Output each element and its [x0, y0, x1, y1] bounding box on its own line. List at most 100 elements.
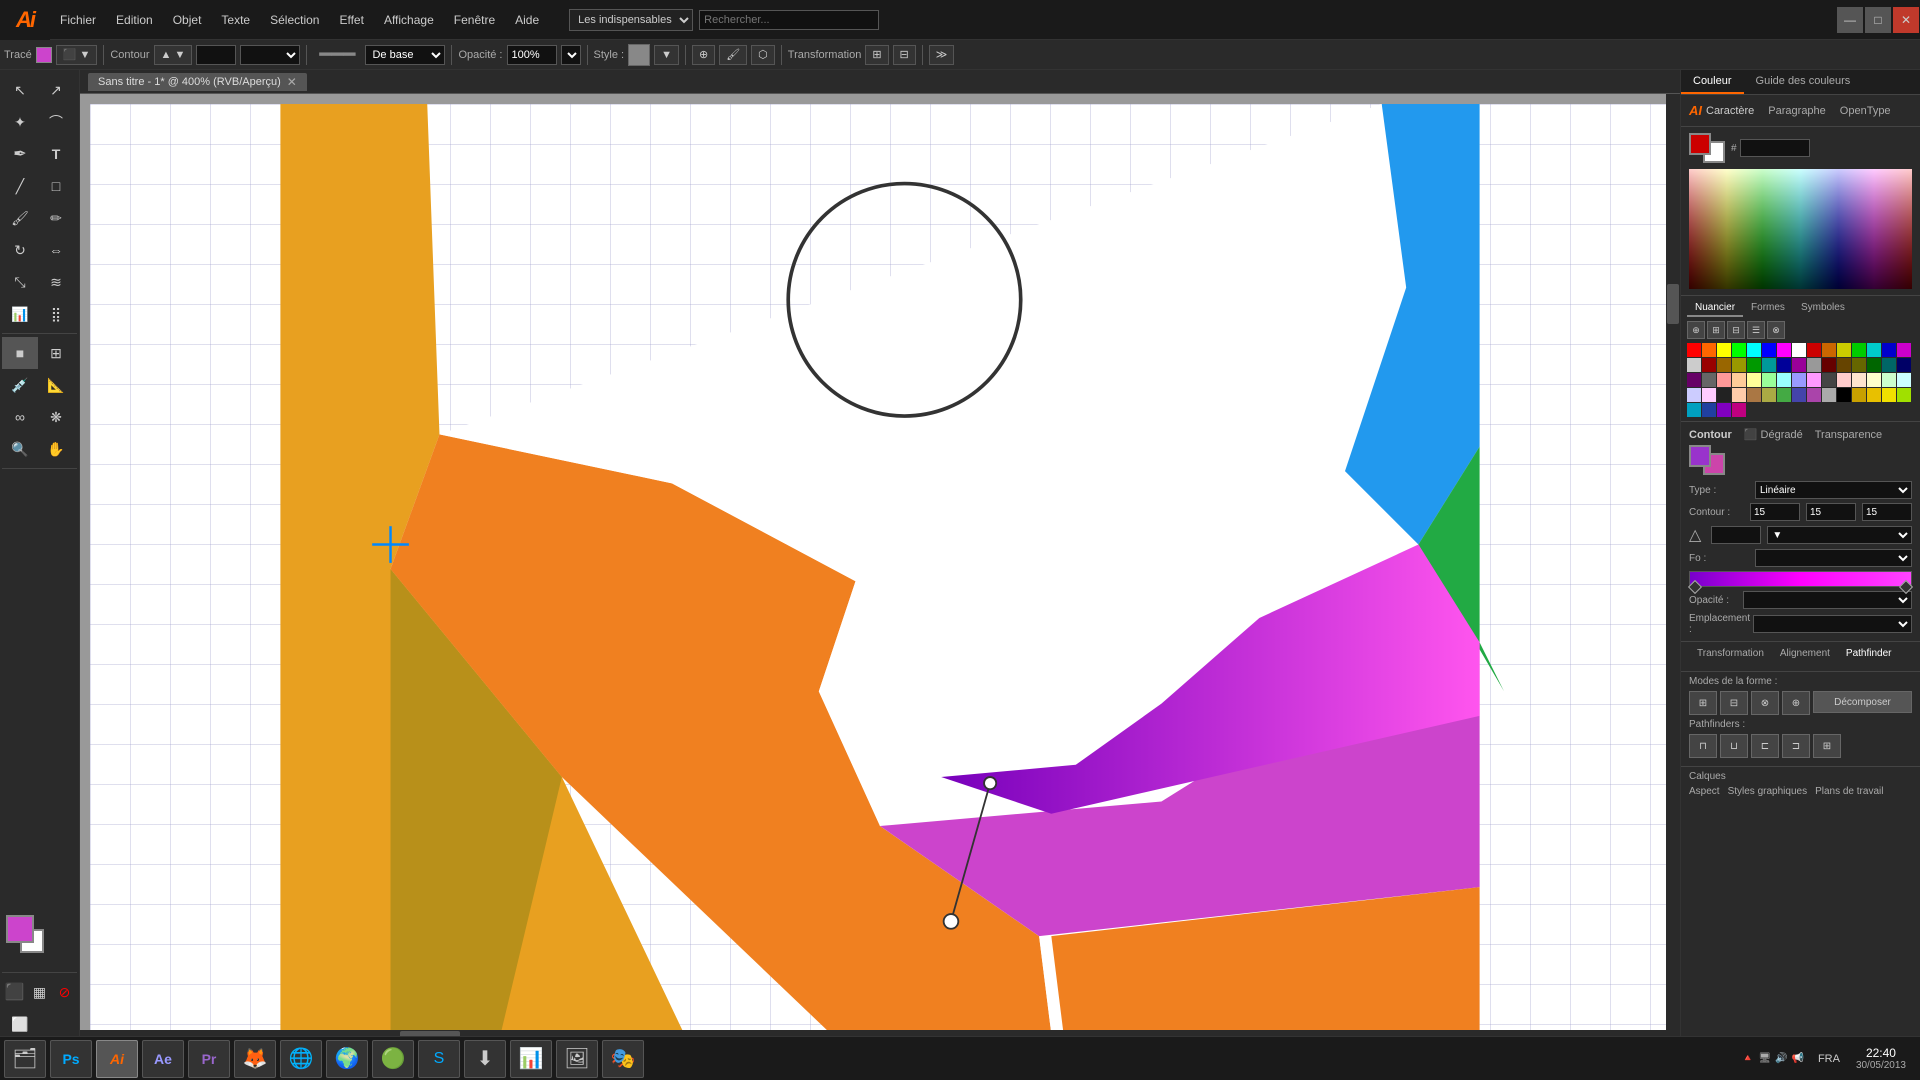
tab-guide-couleurs[interactable]: Guide des couleurs — [1744, 70, 1863, 94]
style-btn[interactable]: ▼ — [654, 45, 679, 65]
pf-pf-3[interactable]: ⊏ — [1751, 734, 1779, 758]
scale-tool[interactable]: ⤡ — [2, 266, 38, 298]
pf-pf-5[interactable]: ⊞ — [1813, 734, 1841, 758]
transform-btn1[interactable]: ⊞ — [865, 45, 888, 65]
swatch-cell-61[interactable] — [1702, 403, 1716, 417]
taskbar-firefox[interactable]: 🦊 — [234, 1040, 276, 1078]
menu-affichage[interactable]: Affichage — [374, 0, 444, 39]
swatch-cell-34[interactable] — [1747, 373, 1761, 387]
swatch-cell-14[interactable] — [1897, 343, 1911, 357]
swatch-cell-56[interactable] — [1852, 388, 1866, 402]
nuancier-btn-1[interactable]: ⊕ — [1687, 321, 1705, 339]
artboard[interactable] — [80, 94, 1680, 1044]
swatch-cell-45[interactable] — [1687, 388, 1701, 402]
none-mode-btn[interactable]: ⊘ — [52, 976, 77, 1008]
fo-select[interactable] — [1755, 549, 1912, 567]
brush-btn[interactable]: 🖌 — [719, 45, 747, 65]
pf-pf-2[interactable]: ⊔ — [1720, 734, 1748, 758]
angle-input[interactable]: 24,3° — [1711, 526, 1761, 544]
swatch-cell-0[interactable] — [1687, 343, 1701, 357]
opacity-select[interactable]: ▼ — [561, 45, 581, 65]
rotate-tool[interactable]: ↻ — [2, 234, 38, 266]
tab-formes[interactable]: Formes — [1743, 300, 1793, 317]
taskbar-premiere[interactable]: Pr — [188, 1040, 230, 1078]
doc-tab-item[interactable]: Sans titre - 1* @ 400% (RVB/Aperçu) ✕ — [88, 73, 307, 91]
tab-pathfinder[interactable]: Pathfinder — [1838, 646, 1900, 663]
decompose-btn[interactable]: Décomposer — [1813, 691, 1912, 713]
fill-color-swatch[interactable] — [36, 47, 52, 63]
menu-selection[interactable]: Sélection — [260, 0, 329, 39]
taskbar-excel[interactable]: 📊 — [510, 1040, 552, 1078]
swatch-cell-35[interactable] — [1762, 373, 1776, 387]
taskbar-aftereffects[interactable]: Ae — [142, 1040, 184, 1078]
swatch-cell-30[interactable] — [1687, 373, 1701, 387]
magic-wand-tool[interactable]: ✦ — [2, 106, 38, 138]
pf-mode-4[interactable]: ⊕ — [1782, 691, 1810, 715]
swatch-cell-28[interactable] — [1882, 358, 1896, 372]
stroke-weight-input[interactable] — [196, 45, 236, 65]
workspace-select[interactable]: Les indispensables — [569, 9, 693, 31]
swatch-cell-17[interactable] — [1717, 358, 1731, 372]
swatch-cell-58[interactable] — [1882, 388, 1896, 402]
blend-tool[interactable]: ∞ — [2, 401, 38, 433]
hand-tool[interactable]: ✋ — [38, 433, 74, 465]
pf-mode-1[interactable]: ⊞ — [1689, 691, 1717, 715]
pencil-tool[interactable]: ✏ — [38, 202, 74, 234]
pf-pf-4[interactable]: ⊐ — [1782, 734, 1810, 758]
swatch-cell-3[interactable] — [1732, 343, 1746, 357]
swatch-cell-29[interactable] — [1897, 358, 1911, 372]
swatch-cell-2[interactable] — [1717, 343, 1731, 357]
contour-input2[interactable] — [1806, 503, 1856, 521]
swatch-cell-12[interactable] — [1867, 343, 1881, 357]
swatch-cell-60[interactable] — [1687, 403, 1701, 417]
swatch-cell-62[interactable] — [1717, 403, 1731, 417]
swatch-cell-57[interactable] — [1867, 388, 1881, 402]
direct-select-tool[interactable]: ↗ — [38, 74, 74, 106]
warp-tool[interactable]: ≋ — [38, 266, 74, 298]
swatch-cell-23[interactable] — [1807, 358, 1821, 372]
nuancier-btn-5[interactable]: ⊗ — [1767, 321, 1785, 339]
swatch-cell-37[interactable] — [1792, 373, 1806, 387]
swatch-cell-13[interactable] — [1882, 343, 1896, 357]
angle-select[interactable]: ▼ — [1767, 526, 1912, 544]
swatch-cell-25[interactable] — [1837, 358, 1851, 372]
menu-edition[interactable]: Edition — [106, 0, 163, 39]
pf-mode-3[interactable]: ⊗ — [1751, 691, 1779, 715]
sym-btn[interactable]: ⊕ — [692, 45, 715, 65]
trace-mode-btn[interactable]: ⬛ ▼ — [56, 45, 98, 65]
pf-pf-1[interactable]: ⊓ — [1689, 734, 1717, 758]
para-label[interactable]: Paragraphe — [1768, 105, 1826, 117]
taskbar-photoshop[interactable]: Ps — [50, 1040, 92, 1078]
pf-mode-2[interactable]: ⊟ — [1720, 691, 1748, 715]
tab-symboles[interactable]: Symboles — [1793, 300, 1853, 317]
tab-transformation[interactable]: Transformation — [1689, 646, 1772, 663]
plans-label[interactable]: Plans de travail — [1815, 786, 1883, 797]
taskbar-illustrator[interactable]: Ai — [96, 1040, 138, 1078]
taskbar-ie[interactable]: 🌐 — [280, 1040, 322, 1078]
menu-effet[interactable]: Effet — [329, 0, 373, 39]
swatch-cell-27[interactable] — [1867, 358, 1881, 372]
swatch-cell-33[interactable] — [1732, 373, 1746, 387]
search-input-top[interactable] — [699, 10, 879, 30]
taskbar-app1[interactable]: 🌍 — [326, 1040, 368, 1078]
swatch-cell-10[interactable] — [1837, 343, 1851, 357]
swatch-cell-9[interactable] — [1822, 343, 1836, 357]
vertical-scrollbar[interactable] — [1666, 94, 1680, 1044]
swatch-cell-8[interactable] — [1807, 343, 1821, 357]
select-tool[interactable]: ↖ — [2, 74, 38, 106]
swatch-cell-39[interactable] — [1822, 373, 1836, 387]
color-fg-swatch[interactable] — [1689, 133, 1711, 155]
swatch-cell-4[interactable] — [1747, 343, 1761, 357]
taskbar-explorer[interactable]: 🗂 — [4, 1040, 46, 1078]
swatch-cell-46[interactable] — [1702, 388, 1716, 402]
eyedropper-tool[interactable]: 💉 — [2, 369, 38, 401]
tab-nuancier[interactable]: Nuancier — [1687, 300, 1743, 317]
transform-btn2[interactable]: ⊟ — [893, 45, 916, 65]
swatch-cell-51[interactable] — [1777, 388, 1791, 402]
stroke-select[interactable] — [240, 45, 300, 65]
menu-texte[interactable]: Texte — [211, 0, 260, 39]
gradient-mode-btn[interactable]: ▦ — [27, 976, 52, 1008]
grad-fg-swatch[interactable] — [1689, 445, 1711, 467]
contour-input3[interactable] — [1862, 503, 1912, 521]
taskbar-clock[interactable]: 22:40 30/05/2013 — [1846, 1046, 1916, 1071]
